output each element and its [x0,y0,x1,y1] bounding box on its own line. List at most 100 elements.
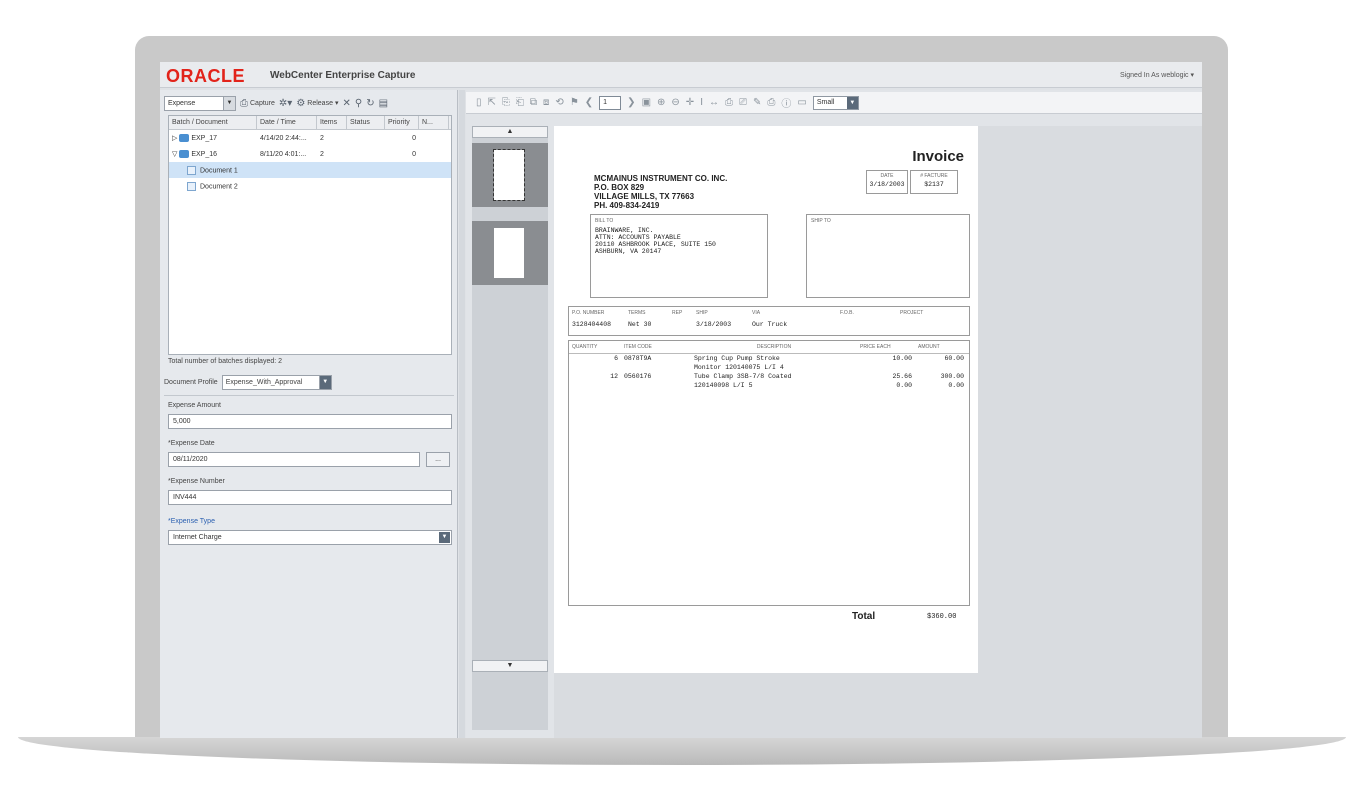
expense-number-label: *Expense Number [168,478,225,485]
table-row[interactable]: ▽ EXP_16 8/11/20 4:01:... 2 0 [169,146,451,162]
thumbnail-size-select[interactable]: Small ▼ [812,95,859,110]
expand-icon[interactable]: ▷ [172,135,177,142]
item-desc: Tube Clamp 3SB-7/8 Coated [694,373,792,380]
next-page-icon[interactable]: ❯ [627,97,635,108]
column-header[interactable]: Priority [385,116,419,129]
bill-to-label: BILL TO [595,218,614,224]
list-icon[interactable]: ▤ [379,98,388,109]
pan-icon[interactable]: ✛ [686,97,694,108]
batch-date: 8/11/20 4:01:... [260,150,307,158]
thumbnail-size-icon[interactable]: ▭ [797,97,806,108]
total-batches-text: Total number of batches displayed: 2 [168,358,283,365]
signed-in-menu[interactable]: Signed In As weblogic ▾ [1120,71,1194,79]
document-canvas: Invoice MCMAINUS INSTRUMENT CO. INC. P.O… [554,126,1202,738]
document-form: Expense Amount 5,000 *Expense Date 08/11… [164,395,454,738]
table-row[interactable]: ▷ EXP_17 4/14/20 2:44:... 2 0 [169,130,451,146]
ship-to-box: SHIP TO [806,214,970,298]
item-amount [915,363,967,372]
column-header[interactable]: Status [347,116,385,129]
column-header[interactable]: Batch / Document [169,116,257,129]
oracle-logo: ORACLE [166,66,245,86]
line-item: Monitor 120140075 L/I 4 [569,363,969,372]
copy-icon[interactable]: ⧉ [530,97,537,108]
replace-icon[interactable]: ⎚ [739,97,747,108]
scroll-up-button[interactable]: ▲ [472,126,548,138]
item-desc: Spring Cup Pump Stroke [694,355,780,362]
item-amount: 0.00 [948,382,964,389]
column-header[interactable]: Date / Time [257,116,317,129]
top-bar: ORACLE WebCenter Enterprise Capture Sign… [160,62,1202,88]
workspace-value: Expense [168,99,196,107]
line-item: 6 0878T9A Spring Cup Pump Stroke 10.00 6… [569,354,969,363]
rotate-icon[interactable]: ⟲ [555,97,563,108]
tools-icon[interactable]: ✲▾ [279,98,292,109]
expense-amount-field[interactable]: 5,000 [168,414,452,429]
document-name: Document 1 [200,166,238,174]
profile-select[interactable]: Expense_With_Approval ▼ [221,374,332,390]
search-icon[interactable]: ⚲ [355,98,362,109]
expense-date-label: *Expense Date [168,440,215,447]
item-amount: 60.00 [944,355,964,362]
panel-splitter[interactable] [459,90,465,738]
page-number-input[interactable]: 1 [599,95,622,110]
flag-icon[interactable]: ⚑ [570,97,579,108]
expense-type-select[interactable]: Internet Charge ▼ [168,530,452,545]
annotate-icon[interactable]: ✎ [753,97,761,108]
date-picker-button[interactable]: ... [426,452,450,467]
document-row[interactable]: Document 1 [169,162,451,178]
company-line: P.O. BOX 829 [594,183,645,192]
bill-to-line: ASHBURN, VA 20147 [595,248,662,255]
meta-header: TERMS [628,310,646,316]
info-icon[interactable]: ⓘ [781,95,791,110]
previous-page-icon[interactable]: ❮ [585,97,593,108]
expense-number-field[interactable]: INV444 [168,490,452,505]
zoom-in-icon[interactable]: ⊕ [657,97,665,108]
capture-button[interactable]: ⎙ Capture [240,98,275,109]
expense-type-label: *Expense Type [168,518,215,525]
column-header[interactable]: N... [419,116,449,129]
text-cursor-icon[interactable]: I [700,97,703,108]
meta-value: 3128404408 [572,321,612,328]
print-icon[interactable]: ⎙ [767,97,775,108]
item-price: 25.66 [892,373,912,380]
order-meta-table: P.O. NUMBER TERMS REP SHIP VIA F.O.B. PR… [568,306,970,336]
thumbnail-page-1[interactable] [472,143,548,207]
batch-items: 2 [320,134,324,142]
item-desc: 120140098 L/I 5 [694,382,753,389]
delete-icon[interactable]: ✕ [342,98,350,109]
merge-icon[interactable]: ⎗ [516,97,524,108]
release-button[interactable]: ⚙ Release ▾ [296,98,338,109]
document-icon [187,165,196,175]
laptop-base [18,737,1346,765]
bill-to-line: 20110 ASHBROOK PLACE, SUITE 150 [595,241,716,248]
workspace-select[interactable]: Expense ▼ [164,95,236,111]
expense-date-field[interactable]: 08/11/2020 [168,452,420,467]
fit-page-icon[interactable]: ▣ [642,97,651,108]
column-header[interactable]: Items [317,116,347,129]
item-header: PRICE EACH [860,344,891,350]
item-qty [569,381,621,390]
chevron-down-icon: ▾ [334,100,339,107]
capture-label: Capture [250,99,275,107]
chevron-down-icon: ▼ [846,96,858,109]
collapse-icon[interactable]: ▽ [172,151,177,158]
document-row[interactable]: Document 2 [169,178,451,194]
zoom-out-icon[interactable]: ⊖ [671,97,679,108]
release-label: Release [307,99,333,107]
paste-icon[interactable]: ⧈ [543,97,549,108]
date-value: 3/18/2003 [869,181,905,188]
batch-date: 4/14/20 2:44:... [260,134,307,142]
refresh-icon[interactable]: ↻ [366,98,374,109]
fit-width-icon[interactable]: ↔ [709,97,719,108]
gear-icon: ⚙ [296,97,306,109]
item-header: AMOUNT [918,344,940,350]
page-icon[interactable]: ▯ [476,97,482,108]
scroll-down-button[interactable]: ▼ [472,660,548,672]
meta-header: SHIP [696,310,708,316]
export-icon[interactable]: ⇱ [488,97,496,108]
thumbnail-page-2[interactable] [472,221,548,285]
profile-label: Document Profile [164,378,218,386]
split-icon[interactable]: ⎘ [502,97,510,108]
company-name: MCMAINUS INSTRUMENT CO. INC. [594,174,728,183]
scan-icon[interactable]: ⎙ [725,97,733,108]
